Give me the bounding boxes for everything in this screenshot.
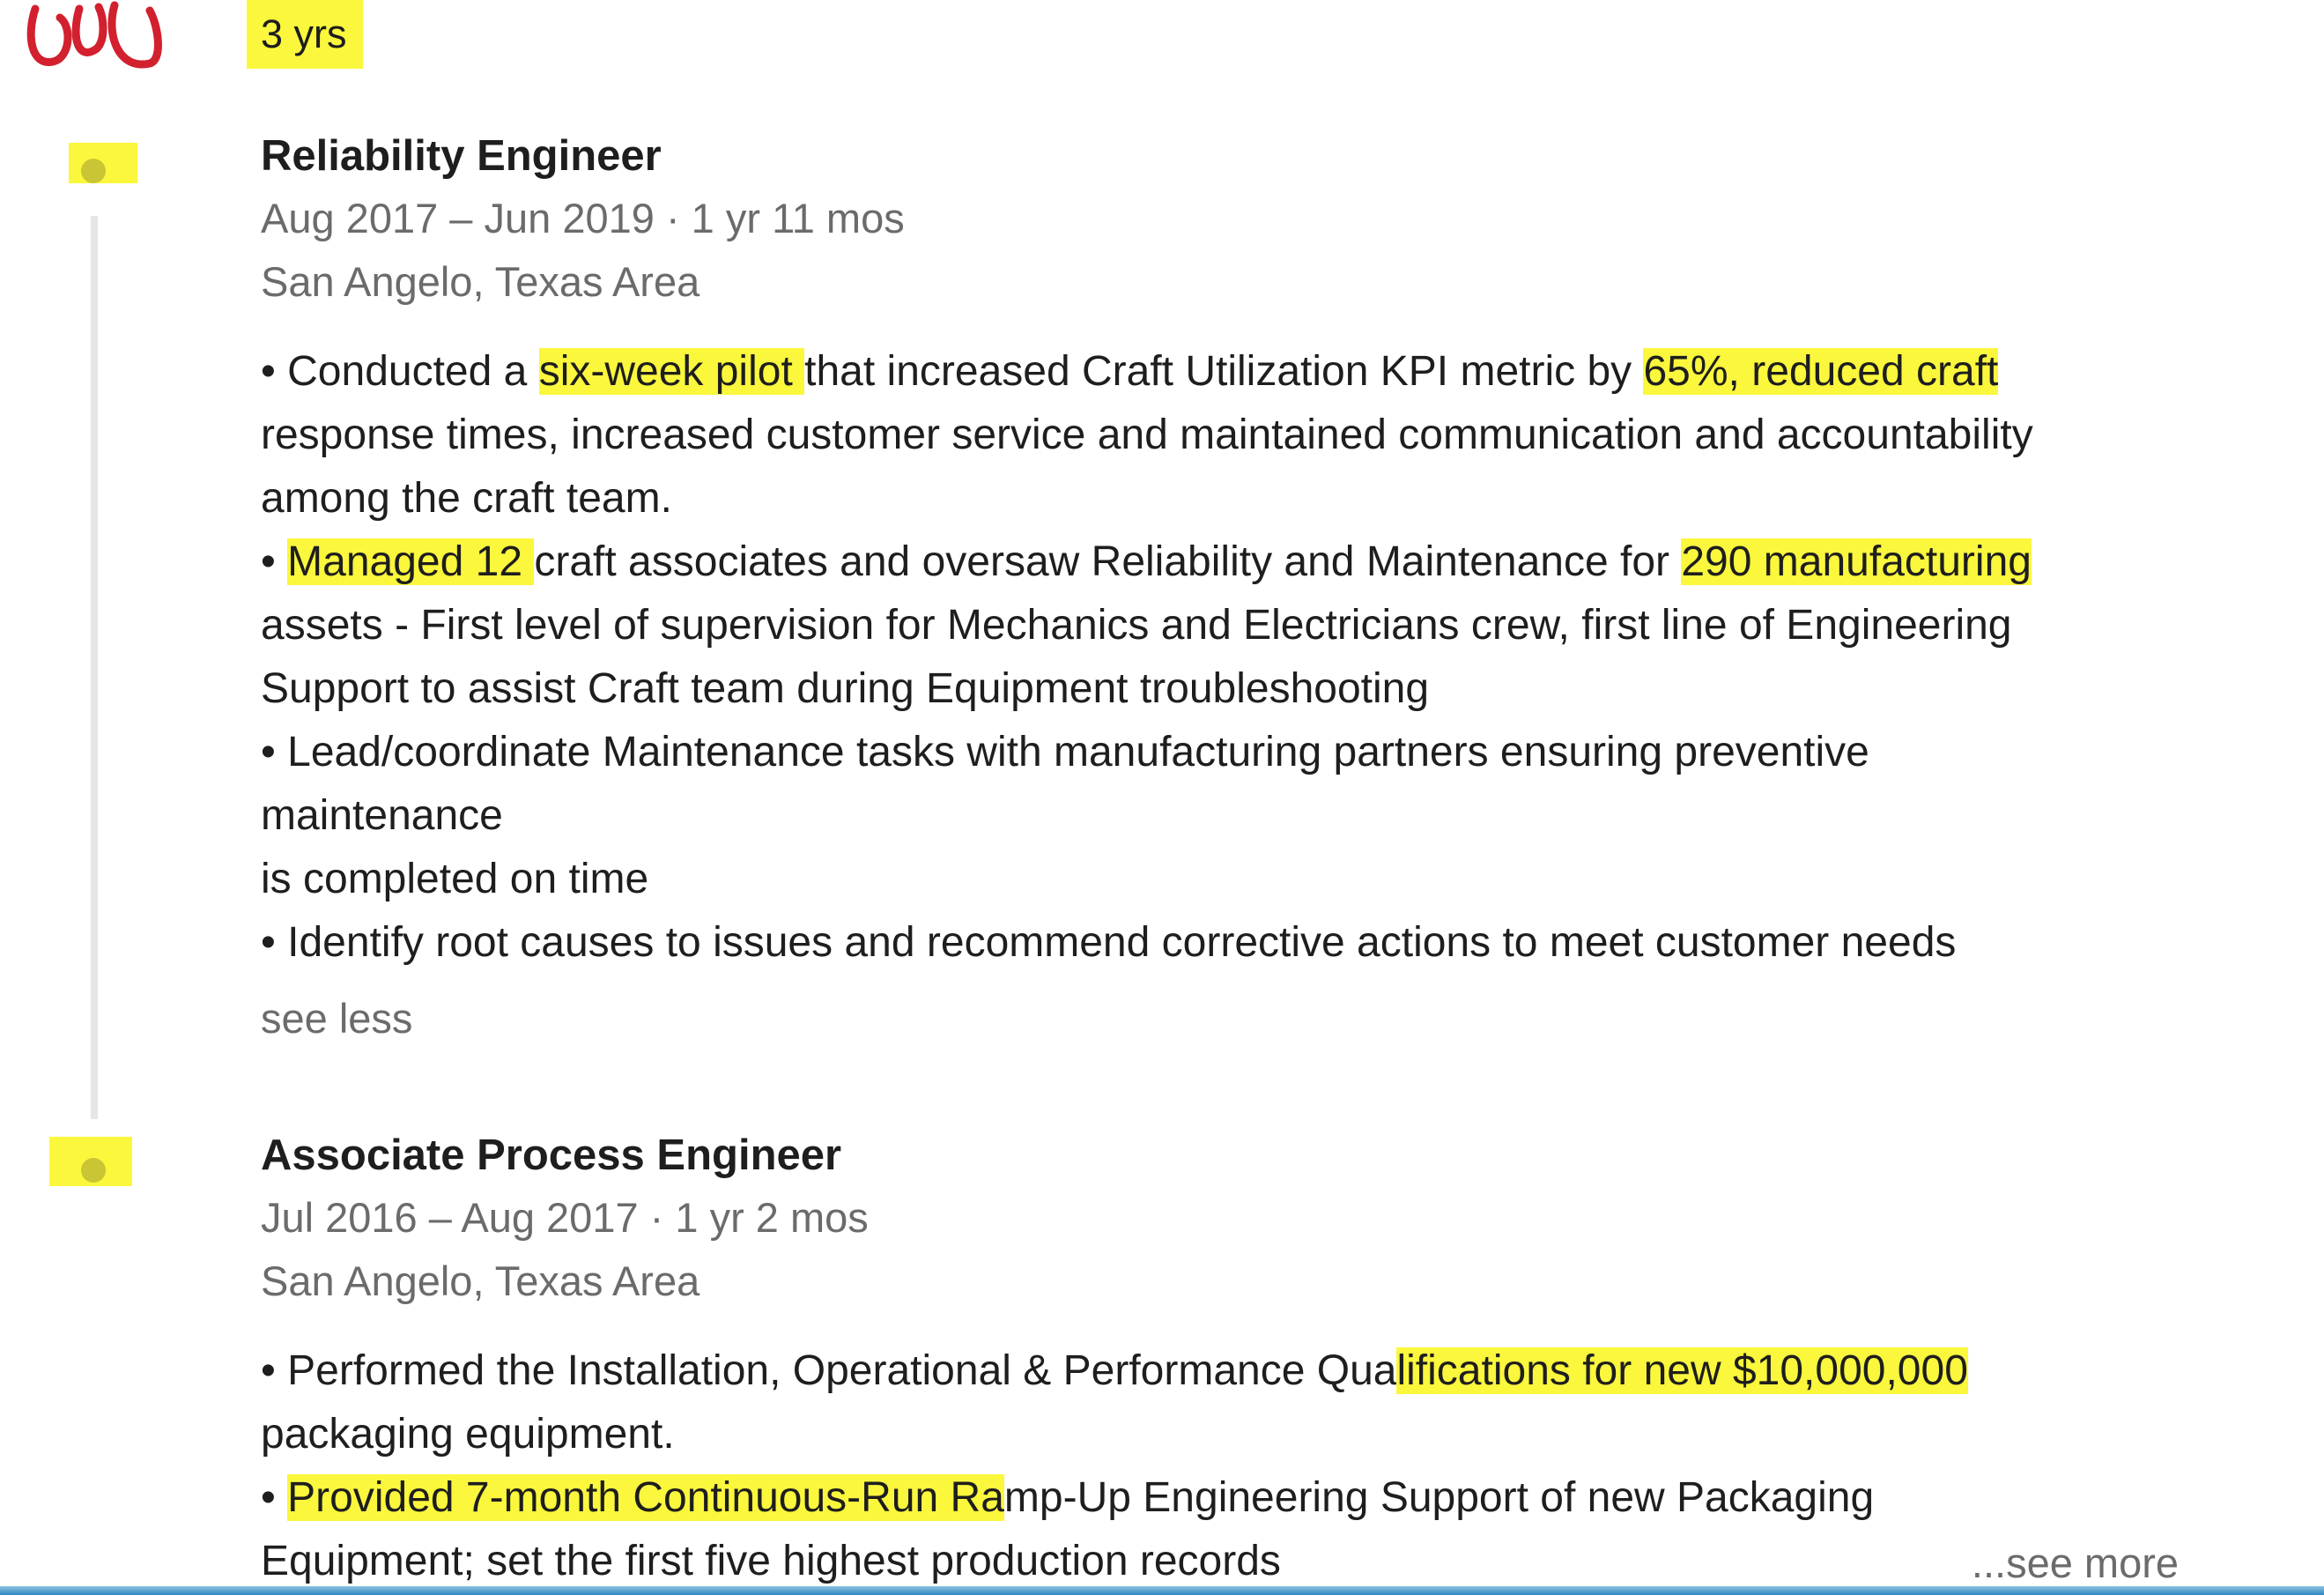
description-text: craft associates and oversaw Reliability… [534, 538, 1682, 585]
description-line: • Performed the Installation, Operationa… [261, 1339, 2172, 1403]
see-less-link[interactable]: see less [261, 987, 2172, 1050]
description-line: • Identify root causes to issues and rec… [261, 911, 2172, 975]
description-text: • [261, 1474, 288, 1521]
description-text: • [261, 538, 288, 585]
description-line: assets - First level of supervision for … [261, 594, 2172, 657]
highlighted-text: Managed 12 [287, 538, 535, 585]
company-tenure: 3 yrs [247, 0, 363, 69]
position-description: • Conducted a six-week pilot that increa… [261, 340, 2172, 975]
highlighted-text: 65%, reduced craft [1643, 348, 1999, 395]
position-entry: Reliability Engineer Aug 2017 – Jun 2019… [261, 125, 2172, 1050]
position-title[interactable]: Reliability Engineer [261, 125, 2172, 187]
highlighted-text: six-week pilot [538, 348, 805, 395]
description-text: • Lead/coordinate Maintenance tasks with… [261, 729, 1869, 775]
description-text: assets - First level of supervision for … [261, 602, 2012, 649]
description-text: • Conducted a [261, 348, 539, 395]
description-text: packaging equipment. [261, 1411, 675, 1458]
timeline-dot-icon [81, 159, 106, 183]
position-location: San Angelo, Texas Area [261, 1257, 700, 1304]
position-description: • Performed the Installation, Operationa… [261, 1339, 2172, 1593]
description-line: • Provided 7-month Continuous-Run Ramp-U… [261, 1466, 2172, 1530]
bottom-scroll-edge [0, 1586, 2324, 1595]
highlighted-text: 290 manufacturing [1681, 538, 2032, 585]
position-dates: Aug 2017 – Jun 2019 · 1 yr 11 mos [261, 195, 905, 241]
position-title[interactable]: Associate Process Engineer [261, 1124, 2172, 1186]
description-text: mp-Up Engineering Support of new Packagi… [1003, 1474, 1875, 1521]
description-text: • Performed the Installation, Operationa… [261, 1347, 1397, 1394]
highlighted-text: lifications for new $10,000,000 [1396, 1347, 1968, 1394]
description-text: Equipment; set the first five highest pr… [261, 1538, 1281, 1584]
timeline-connector [91, 216, 98, 1119]
description-line: is completed on time [261, 848, 2172, 911]
description-text: maintenance [261, 792, 503, 839]
company-logo-icon [26, 1, 162, 69]
description-text: is completed on time [261, 856, 649, 902]
timeline-dot-icon [81, 1158, 106, 1183]
description-text: response times, increased customer servi… [261, 412, 2033, 458]
description-text: that increased Craft Utilization KPI met… [804, 348, 1644, 395]
description-line: Support to assist Craft team during Equi… [261, 657, 2172, 721]
highlighted-text: Provided 7-month Continuous-Run Ra [287, 1474, 1004, 1521]
position-entry: Associate Process Engineer Jul 2016 – Au… [261, 1124, 2172, 1593]
position-dates: Jul 2016 – Aug 2017 · 1 yr 2 mos [261, 1194, 869, 1241]
description-line: maintenance [261, 784, 2172, 848]
description-text: Support to assist Craft team during Equi… [261, 665, 1430, 712]
position-location: San Angelo, Texas Area [261, 258, 700, 305]
description-line: Equipment; set the first five highest pr… [261, 1530, 2172, 1593]
description-line: among the craft team. [261, 467, 2172, 530]
description-text: among the craft team. [261, 475, 672, 522]
description-text: • Identify root causes to issues and rec… [261, 919, 1957, 966]
description-line: packaging equipment. [261, 1403, 2172, 1466]
description-line: • Managed 12 craft associates and oversa… [261, 530, 2172, 594]
description-line: • Lead/coordinate Maintenance tasks with… [261, 721, 2172, 784]
description-line: response times, increased customer servi… [261, 404, 2172, 467]
description-line: • Conducted a six-week pilot that increa… [261, 340, 2172, 404]
